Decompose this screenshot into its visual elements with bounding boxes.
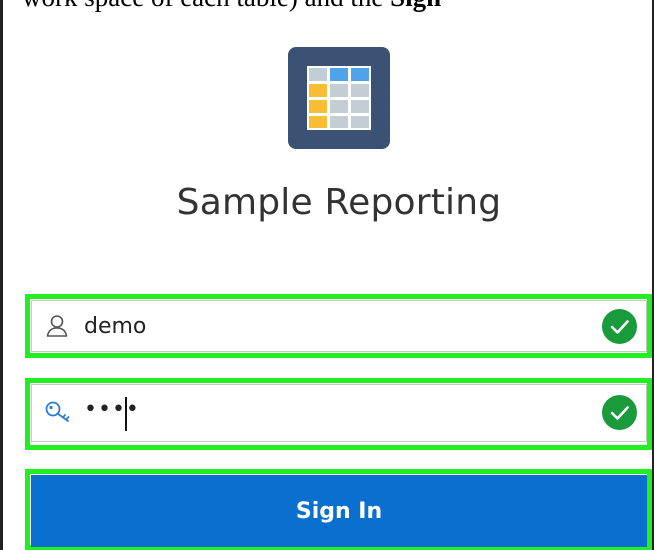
password-valid-check-icon — [602, 395, 637, 430]
spreadsheet-grid-icon — [307, 66, 371, 130]
username-field[interactable]: demo — [31, 300, 647, 352]
username-value: demo — [84, 314, 147, 339]
frame-left-border — [0, 0, 3, 550]
login-screen: work space of each table) and the Sign S… — [0, 0, 654, 550]
caption-bold-text: Sign — [390, 0, 441, 12]
app-title: Sample Reporting — [176, 182, 502, 223]
username-valid-check-icon — [602, 309, 637, 344]
document-caption-fragment: work space of each table) and the Sign — [22, 0, 441, 13]
key-icon — [45, 401, 70, 422]
text-cursor — [125, 397, 127, 431]
caption-regular-text: work space of each table) and the — [22, 0, 390, 12]
user-icon — [46, 315, 68, 337]
password-masked-value: •••• — [84, 397, 140, 422]
password-field[interactable]: •••• — [31, 384, 647, 442]
sign-in-button[interactable]: Sign In — [31, 475, 647, 547]
app-logo — [288, 47, 390, 149]
